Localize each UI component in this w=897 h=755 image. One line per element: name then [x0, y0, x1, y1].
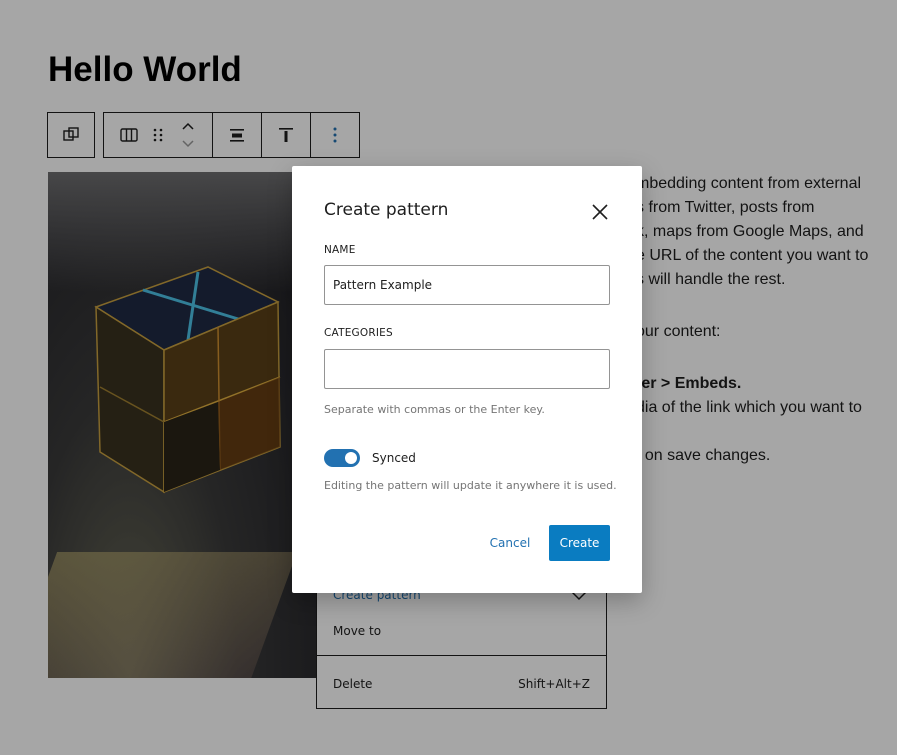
- synced-label: Synced: [372, 451, 416, 465]
- close-button[interactable]: [588, 200, 612, 224]
- categories-label: CATEGORIES: [324, 327, 393, 339]
- create-button[interactable]: Create: [549, 525, 610, 561]
- modal-title: Create pattern: [324, 200, 449, 220]
- close-icon: [592, 204, 608, 220]
- synced-help-text: Editing the pattern will update it anywh…: [324, 479, 617, 492]
- categories-input[interactable]: [324, 349, 610, 389]
- synced-toggle[interactable]: [324, 449, 360, 467]
- categories-help-text: Separate with commas or the Enter key.: [324, 403, 545, 416]
- pattern-name-input[interactable]: [324, 265, 610, 305]
- cancel-button[interactable]: Cancel: [478, 525, 542, 561]
- name-label: NAME: [324, 244, 356, 256]
- create-pattern-modal: Create pattern NAME CATEGORIES Separate …: [292, 166, 642, 593]
- toggle-knob: [345, 452, 357, 464]
